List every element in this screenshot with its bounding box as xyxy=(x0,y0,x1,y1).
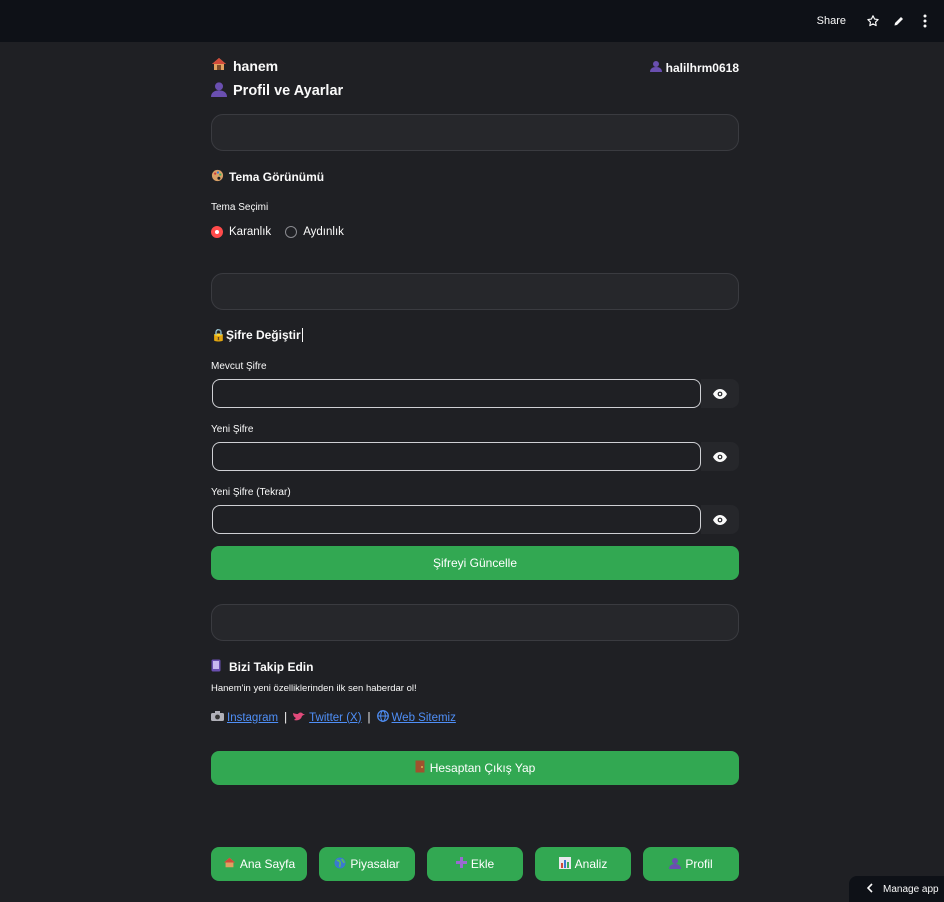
brand-name: hanem xyxy=(233,57,279,74)
eye-icon[interactable] xyxy=(701,442,739,471)
nav-analysis-label[interactable]: Analiz xyxy=(575,857,608,871)
follow-note: Hanem'in yeni özelliklerinden ilk sen ha… xyxy=(211,683,417,694)
chevron-left-icon xyxy=(866,882,873,896)
bar-chart-icon xyxy=(558,856,571,872)
theme-select-label: Tema Seçimi xyxy=(211,202,269,213)
social-links: Instagram | Twitter (X) | Web Sitemiz xyxy=(211,710,456,725)
globe-icon xyxy=(376,710,389,725)
eye-icon[interactable] xyxy=(701,505,739,534)
nav-home-button[interactable]: Ana Sayfa xyxy=(211,847,307,881)
current-password-field xyxy=(211,379,739,408)
follow-heading-text: Bizi Takip Edin xyxy=(229,660,314,674)
logout-button[interactable]: Hesaptan Çıkış Yap xyxy=(211,751,739,785)
new-password-input[interactable] xyxy=(212,442,701,471)
radio-light[interactable] xyxy=(285,226,298,238)
instagram-link[interactable]: Instagram xyxy=(211,711,278,724)
radio-dark-label[interactable]: Karanlık xyxy=(229,226,271,238)
bottom-nav: Ana Sayfa Piyasalar Ekle Analiz Profil xyxy=(211,847,739,881)
new-password-label: Yeni Şifre xyxy=(211,424,254,435)
plus-icon xyxy=(455,857,467,871)
website-link-text[interactable]: Web Sitemiz xyxy=(392,712,456,724)
username: halilhrm0618 xyxy=(665,60,739,75)
nav-home-label[interactable]: Ana Sayfa xyxy=(240,857,295,871)
twitter-link[interactable]: Twitter (X) xyxy=(293,711,362,725)
repeat-password-input[interactable] xyxy=(212,505,701,534)
house-icon xyxy=(211,57,227,74)
user-silhouette-icon xyxy=(649,60,662,75)
website-link[interactable]: Web Sitemiz xyxy=(376,710,456,725)
phone-icon xyxy=(211,659,221,675)
update-password-button[interactable]: Şifreyi Güncelle xyxy=(211,546,739,580)
section-card xyxy=(211,273,739,310)
section-card xyxy=(211,114,739,151)
text-cursor xyxy=(301,328,303,342)
user-silhouette-icon xyxy=(669,857,682,872)
link-separator: | xyxy=(284,711,288,724)
current-password-input[interactable] xyxy=(212,379,701,408)
star-icon[interactable] xyxy=(860,8,886,34)
link-separator: | xyxy=(367,711,371,724)
twitter-link-text[interactable]: Twitter (X) xyxy=(309,712,361,724)
logout-button-label[interactable]: Hesaptan Çıkış Yap xyxy=(430,761,536,775)
nav-markets-button[interactable]: Piyasalar xyxy=(319,847,415,881)
repeat-password-label: Yeni Şifre (Tekrar) xyxy=(211,487,291,498)
follow-heading: Bizi Takip Edin xyxy=(211,659,313,675)
bird-icon xyxy=(293,711,306,725)
manage-app-button[interactable]: Manage app xyxy=(849,876,944,902)
password-heading: 🔒Şifre Değiştir xyxy=(211,328,303,342)
nav-add-label[interactable]: Ekle xyxy=(471,857,494,871)
user-silhouette-icon xyxy=(211,81,227,101)
eye-icon[interactable] xyxy=(701,379,739,408)
pencil-icon[interactable] xyxy=(886,8,912,34)
section-card xyxy=(211,604,739,641)
nav-profile-label[interactable]: Profil xyxy=(685,857,712,871)
new-password-field xyxy=(211,442,739,471)
user-badge: halilhrm0618 xyxy=(649,60,739,75)
app-toolbar: Share xyxy=(0,0,944,42)
theme-heading-text: Tema Görünümü xyxy=(229,170,325,184)
theme-radio-group: Karanlık Aydınlık xyxy=(211,226,344,238)
palette-icon xyxy=(211,169,224,185)
manage-app-label[interactable]: Manage app xyxy=(883,884,939,895)
repeat-password-field xyxy=(211,505,739,534)
nav-analysis-button[interactable]: Analiz xyxy=(535,847,631,881)
radio-light-label[interactable]: Aydınlık xyxy=(303,226,344,238)
nav-markets-label[interactable]: Piyasalar xyxy=(350,857,399,871)
house-icon xyxy=(223,857,236,871)
password-heading-text: 🔒Şifre Değiştir xyxy=(211,328,301,342)
globe-icon xyxy=(334,857,346,872)
camera-icon xyxy=(211,711,224,724)
door-icon xyxy=(415,760,425,776)
page-title: Profil ve Ayarlar xyxy=(211,81,343,101)
app-brand: hanem xyxy=(211,57,278,74)
theme-heading: Tema Görünümü xyxy=(211,169,324,185)
more-vert-icon[interactable] xyxy=(912,8,938,34)
page-title-text: Profil ve Ayarlar xyxy=(233,83,344,99)
current-password-label: Mevcut Şifre xyxy=(211,361,267,372)
share-button[interactable]: Share xyxy=(817,15,846,27)
nav-profile-button[interactable]: Profil xyxy=(643,847,739,881)
instagram-link-text[interactable]: Instagram xyxy=(227,712,278,724)
nav-add-button[interactable]: Ekle xyxy=(427,847,523,881)
radio-dark[interactable] xyxy=(211,226,223,238)
